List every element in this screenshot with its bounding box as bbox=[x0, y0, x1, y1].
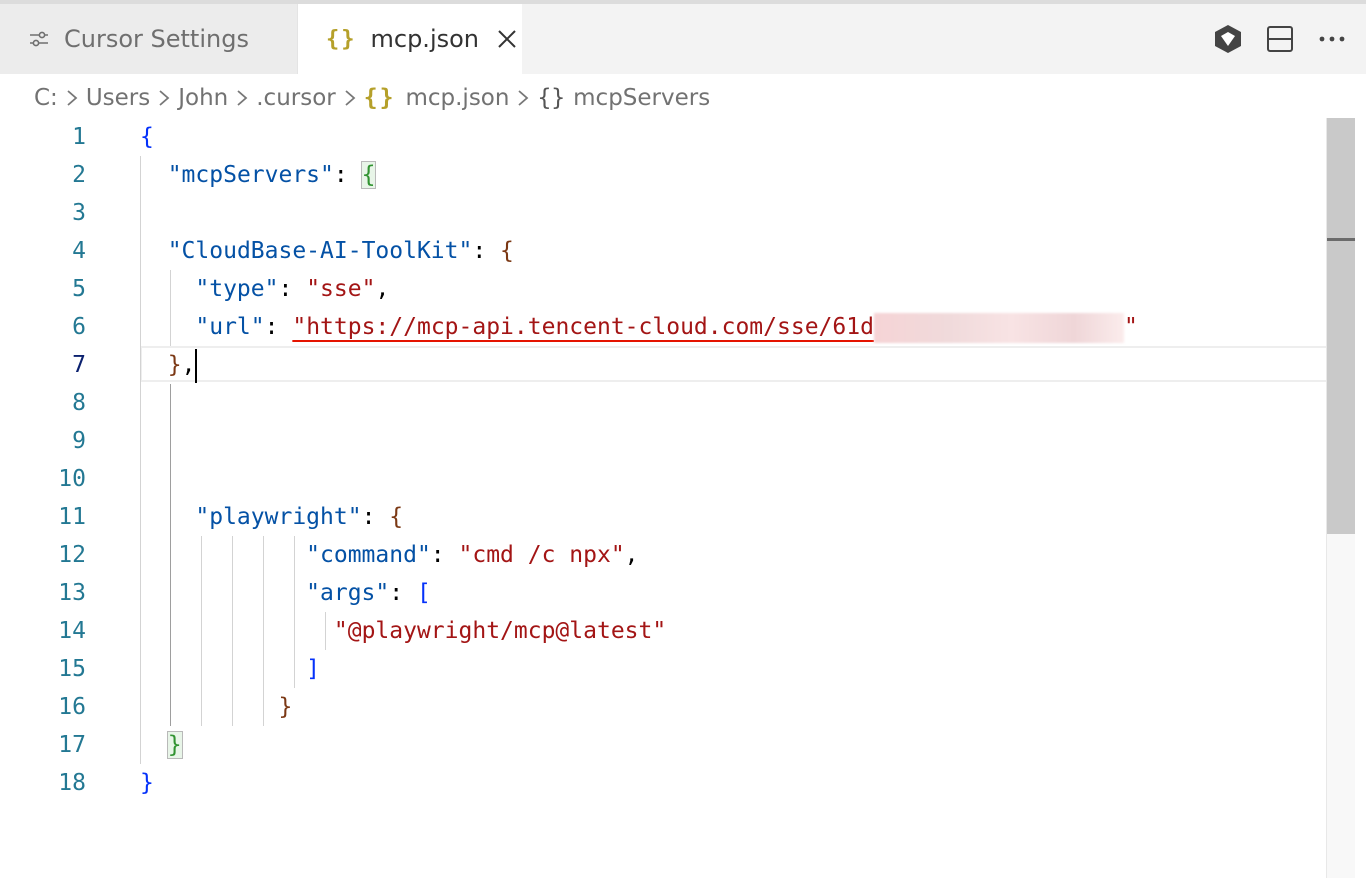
chevron-right-icon bbox=[66, 88, 78, 108]
split-editor-icon[interactable] bbox=[1254, 4, 1306, 74]
code-line: "@playwright/mcp@latest" bbox=[140, 612, 1326, 650]
breadcrumb-item[interactable]: mcp.json bbox=[405, 85, 509, 111]
breadcrumb-item[interactable]: Users bbox=[86, 85, 150, 111]
scrollbar-thumb[interactable] bbox=[1327, 118, 1355, 534]
json-value: "sse" bbox=[306, 276, 376, 302]
settings-sliders-icon bbox=[28, 28, 50, 50]
line-number: 5 bbox=[72, 276, 86, 302]
json-file-icon: {} bbox=[326, 26, 357, 52]
object-symbol-icon: {} bbox=[537, 85, 566, 111]
line-number: 12 bbox=[58, 542, 86, 568]
tab-bar: Cursor Settings {} mcp.json bbox=[0, 4, 1366, 74]
breadcrumb: C: Users John .cursor {} mcp.json {} mcp… bbox=[34, 80, 710, 116]
breadcrumb-item[interactable]: C: bbox=[34, 85, 58, 111]
code-line: } bbox=[140, 770, 154, 796]
breadcrumb-item[interactable]: John bbox=[178, 85, 228, 111]
code-line: "playwright": { bbox=[195, 504, 404, 530]
cursor-position-marker bbox=[1327, 238, 1355, 241]
code-line: } bbox=[278, 694, 293, 720]
code-line: "command": "cmd /c npx", bbox=[306, 542, 639, 568]
line-number: 1 bbox=[72, 124, 86, 150]
chevron-right-icon bbox=[158, 88, 170, 108]
line-number: 3 bbox=[72, 200, 86, 226]
vertical-scrollbar[interactable] bbox=[1326, 118, 1355, 878]
json-quote: " bbox=[1123, 314, 1138, 340]
line-number: 13 bbox=[58, 580, 86, 606]
line-number: 11 bbox=[58, 504, 86, 530]
line-number: 4 bbox=[72, 238, 86, 264]
json-key: "type" bbox=[195, 276, 279, 302]
line-number: 8 bbox=[72, 390, 86, 416]
json-key: "command" bbox=[306, 542, 431, 568]
line-number: 9 bbox=[72, 428, 86, 454]
redacted-region bbox=[873, 312, 1124, 343]
line-number-gutter: 1 2 3 4 5 6 7 8 9 10 11 12 13 14 15 16 1… bbox=[0, 118, 100, 802]
json-key: "playwright" bbox=[195, 504, 362, 530]
code-editor[interactable]: { "mcpServers": { "CloudBase-AI-ToolKit"… bbox=[140, 118, 1326, 802]
json-value-url: "https://mcp-api.tencent-cloud.com/sse/6… bbox=[292, 314, 874, 340]
json-file-icon: {} bbox=[363, 85, 396, 111]
code-line: "CloudBase-AI-ToolKit": { bbox=[167, 238, 514, 264]
line-number: 14 bbox=[58, 618, 86, 644]
chevron-right-icon bbox=[344, 88, 356, 108]
line-number: 6 bbox=[72, 314, 86, 340]
tab-label: mcp.json bbox=[370, 25, 480, 53]
tab-cursor-settings[interactable]: Cursor Settings bbox=[0, 4, 298, 74]
breadcrumb-item[interactable]: mcpServers bbox=[573, 85, 710, 111]
more-actions-icon[interactable] bbox=[1306, 4, 1358, 74]
line-number: 15 bbox=[58, 656, 86, 682]
code-line: "type": "sse", bbox=[195, 276, 390, 302]
line-number: 17 bbox=[58, 732, 86, 758]
code-line: ] bbox=[306, 656, 321, 682]
chevron-right-icon bbox=[517, 88, 529, 108]
code-line: "args": [ bbox=[306, 580, 431, 606]
chevron-right-icon bbox=[236, 88, 248, 108]
code-line: { bbox=[140, 124, 154, 150]
line-number: 2 bbox=[72, 162, 86, 188]
code-line-active: }, bbox=[140, 346, 1326, 384]
json-key: "url" bbox=[195, 314, 265, 340]
breadcrumb-item[interactable]: .cursor bbox=[256, 85, 336, 111]
tab-mcp-json[interactable]: {} mcp.json bbox=[298, 4, 522, 74]
close-icon[interactable] bbox=[497, 29, 517, 49]
line-number-active: 7 bbox=[72, 352, 86, 378]
json-value: "cmd /c npx" bbox=[458, 542, 625, 568]
json-key: "mcpServers" bbox=[167, 162, 334, 188]
code-line: "mcpServers": { bbox=[167, 161, 377, 189]
code-line: } bbox=[166, 731, 183, 759]
tab-label: Cursor Settings bbox=[64, 25, 249, 53]
cursor-logo-icon[interactable] bbox=[1202, 4, 1254, 74]
line-number: 16 bbox=[58, 694, 86, 720]
json-key: "CloudBase-AI-ToolKit" bbox=[167, 238, 473, 264]
code-line: "url": "https://mcp-api.tencent-cloud.co… bbox=[140, 308, 1326, 346]
line-number: 18 bbox=[58, 770, 86, 796]
line-number: 10 bbox=[58, 466, 86, 492]
json-value: "@playwright/mcp@latest" bbox=[333, 618, 667, 644]
json-key: "args" bbox=[306, 580, 390, 606]
editor-actions bbox=[1202, 4, 1366, 74]
text-cursor bbox=[195, 348, 198, 383]
